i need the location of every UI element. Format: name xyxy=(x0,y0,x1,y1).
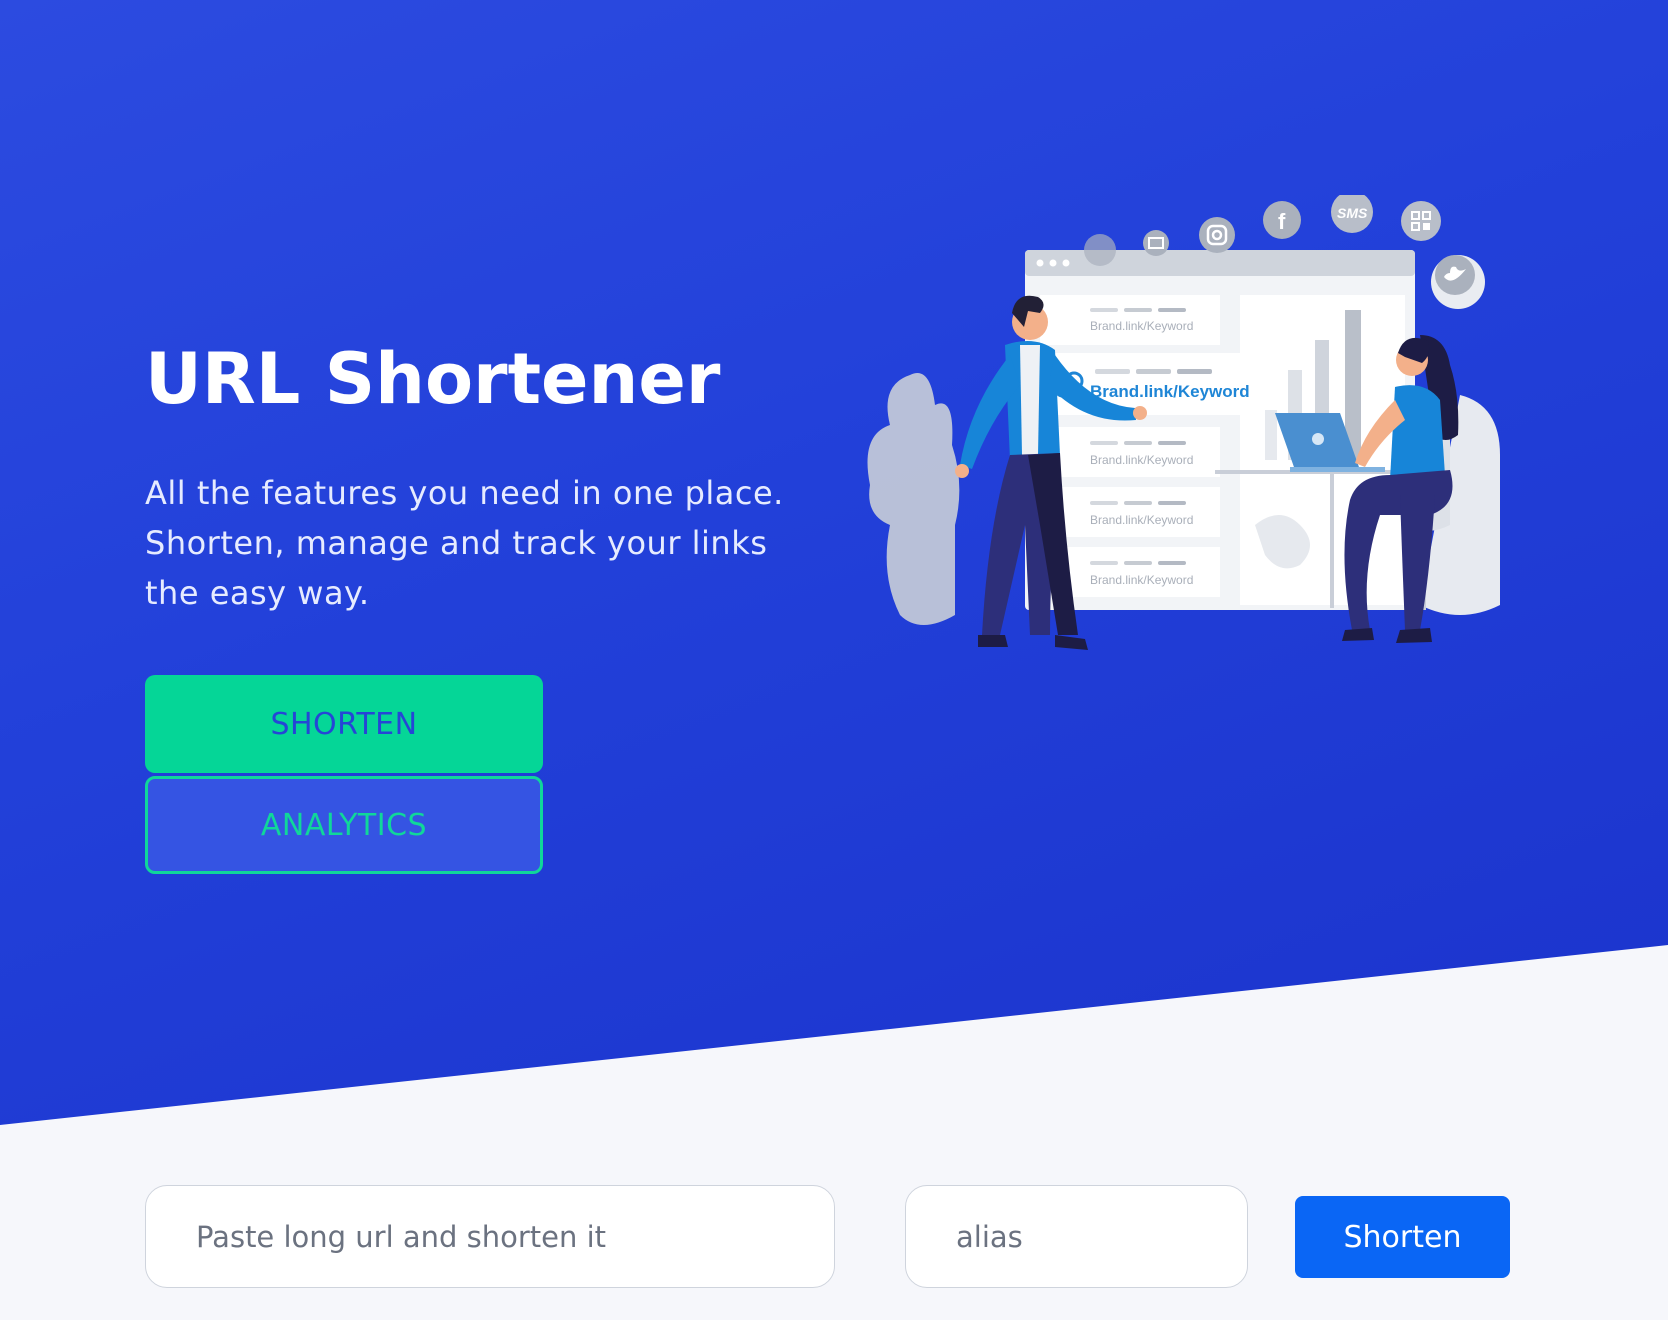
link-row: Brand.link/Keyword xyxy=(1040,295,1220,345)
analytics-nav-button[interactable]: ANALYTICS xyxy=(145,776,543,874)
page-title: URL Shortener xyxy=(145,338,721,420)
mail-icon xyxy=(1143,230,1169,256)
url-input[interactable] xyxy=(145,1185,835,1288)
subtitle-line: the easy way. xyxy=(145,574,370,612)
svg-text:f: f xyxy=(1278,209,1286,234)
svg-text:SMS: SMS xyxy=(1337,205,1368,221)
shorten-submit-button[interactable]: Shorten xyxy=(1295,1196,1510,1278)
hero-illustration: Brand.link/Keyword Brand.link/Keyword Br… xyxy=(867,195,1500,650)
svg-text:Brand.link/Keyword: Brand.link/Keyword xyxy=(1090,319,1193,333)
shorten-nav-button[interactable]: SHORTEN xyxy=(145,675,543,773)
subtitle-line: Shorten, manage and track your links xyxy=(145,524,768,562)
svg-text:Brand.link/Keyword: Brand.link/Keyword xyxy=(1090,382,1250,401)
subtitle-line: All the features you need in one place. xyxy=(145,474,784,512)
qr-code-icon xyxy=(1401,201,1441,241)
link-row: Brand.link/Keyword xyxy=(1040,427,1220,477)
svg-text:Brand.link/Keyword: Brand.link/Keyword xyxy=(1090,453,1193,467)
hero-subtitle: All the features you need in one place. … xyxy=(145,468,845,618)
alias-input[interactable] xyxy=(905,1185,1248,1288)
link-row: Brand.link/Keyword xyxy=(1040,487,1220,537)
svg-text:Brand.link/Keyword: Brand.link/Keyword xyxy=(1090,573,1193,587)
svg-text:Brand.link/Keyword: Brand.link/Keyword xyxy=(1090,513,1193,527)
instagram-icon xyxy=(1199,217,1235,253)
